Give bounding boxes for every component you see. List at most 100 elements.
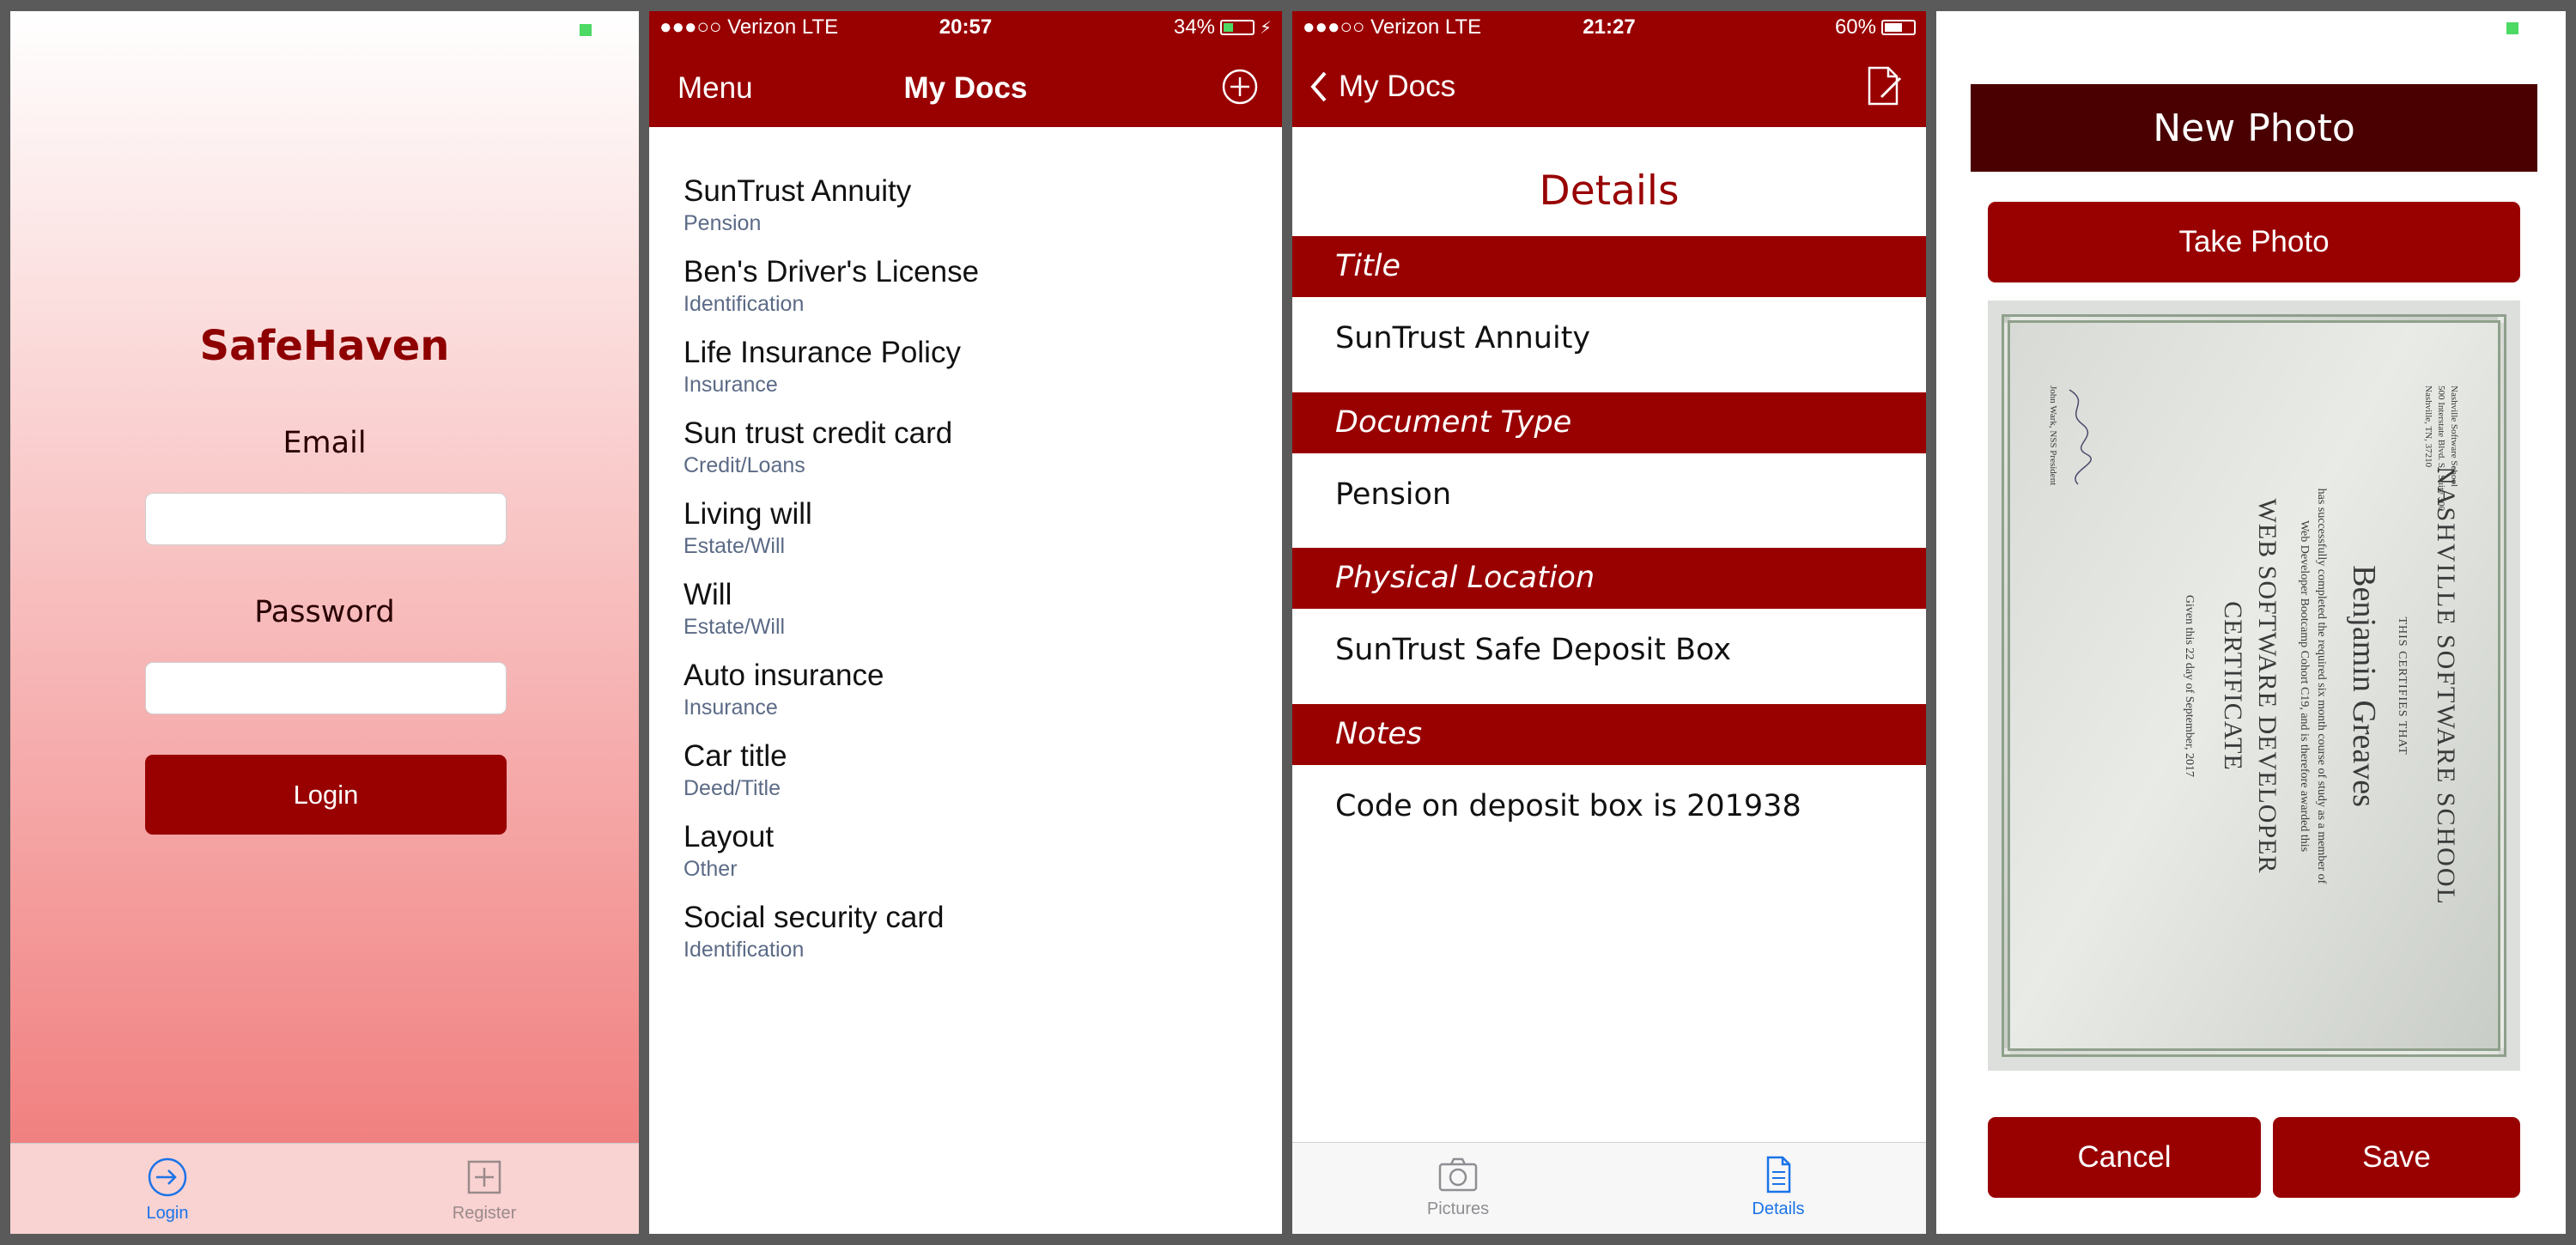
doc-type: Insurance [683, 695, 778, 720]
status-indicator [2506, 22, 2518, 34]
list-item[interactable]: Layout Other [683, 820, 774, 882]
list-item[interactable]: Car title Deed/Title [683, 739, 787, 801]
cert-certifies: THIS CERTIFIES THAT [2396, 616, 2409, 756]
section-header-document-type: Document Type [1292, 392, 1926, 453]
doc-title: Sun trust credit card [683, 416, 953, 450]
password-label: Password [254, 595, 395, 629]
doc-type: Deed/Title [683, 776, 781, 800]
tab-login[interactable]: Login [99, 1156, 236, 1224]
cert-title-2: CERTIFICATE [2219, 600, 2247, 771]
doc-title: Ben's Driver's License [683, 255, 980, 288]
section-header-physical-location: Physical Location [1292, 548, 1926, 609]
doc-type: Identification [683, 292, 805, 316]
list-item[interactable]: Social security card Identification [683, 901, 944, 963]
edit-document-icon[interactable] [1866, 64, 1904, 107]
camera-icon [1438, 1157, 1478, 1192]
status-time: 21:27 [1583, 15, 1636, 39]
doc-title: Auto insurance [683, 659, 884, 692]
tab-bar: Login Register [10, 1143, 639, 1234]
cert-body-2: Web Developer Bootcamp Cohort C19, and i… [2298, 519, 2311, 852]
doc-type: Identification [683, 938, 805, 962]
list-item[interactable]: Will Estate/Will [683, 578, 785, 640]
certificate-text: NASHVILLE SOFTWARE SCHOOL THIS CERTIFIES… [2014, 334, 2494, 1038]
list-item[interactable]: Auto insurance Insurance [683, 659, 884, 720]
cert-body-1: has successfully completed the required … [2315, 488, 2328, 884]
app-title: SafeHaven [199, 322, 450, 370]
doc-title: Social security card [683, 901, 945, 934]
document-icon [1766, 1156, 1791, 1193]
cancel-button[interactable]: Cancel [1988, 1117, 2261, 1198]
title-value: SunTrust Annuity [1335, 321, 1591, 355]
nav-bar: ●●●○○ Verizon LTE 21:27 60% My Docs [1292, 11, 1926, 127]
notes-value: Code on deposit box is 201938 [1335, 789, 1801, 823]
list-item[interactable]: Ben's Driver's License Identification [683, 255, 979, 317]
doc-type: Credit/Loans [683, 453, 805, 477]
docs-screen: ●●●○○ Verizon LTE 20:57 34% ⚡ Menu My Do… [649, 11, 1282, 1234]
charging-bolt-icon: ⚡ [1259, 18, 1272, 38]
signature-icon [2069, 388, 2092, 485]
doc-title: Living will [683, 497, 812, 531]
section-header-notes: Notes [1292, 704, 1926, 765]
status-bar: ●●●○○ Verizon LTE 21:27 60% [1292, 11, 1926, 43]
nav-bar: ●●●○○ Verizon LTE 20:57 34% ⚡ Menu My Do… [649, 11, 1282, 127]
cert-title-1: WEB SOFTWARE DEVELOPER [2253, 498, 2281, 873]
tab-register-label: Register [452, 1204, 517, 1223]
doc-type: Insurance [683, 373, 778, 397]
save-button[interactable]: Save [2273, 1117, 2520, 1198]
login-arrow-icon [148, 1157, 187, 1197]
cert-address-line: 500 Interstate Blvd. S., Suite 300 [2436, 385, 2446, 511]
cert-address-line: Nashville, TN, 37210 [2423, 385, 2433, 467]
list-item[interactable]: Living will Estate/Will [683, 497, 812, 559]
cert-given: Given this 22 day of September, 2017 [2183, 594, 2196, 777]
login-screen: SafeHaven Email Password Login Login Reg… [10, 11, 639, 1234]
password-field[interactable] [145, 662, 507, 714]
physical-location-value: SunTrust Safe Deposit Box [1335, 633, 1732, 667]
new-photo-header: New Photo [1971, 84, 2537, 172]
doc-type: Other [683, 857, 738, 881]
battery-percent: 34% [1173, 15, 1215, 39]
doc-title: Will [683, 578, 732, 611]
doc-title: Car title [683, 739, 787, 773]
tab-details[interactable]: Details [1710, 1155, 1847, 1219]
plus-square-icon [467, 1160, 501, 1194]
doc-title: SunTrust Annuity [683, 174, 912, 208]
tab-pictures-label: Pictures [1426, 1199, 1490, 1218]
page-title: My Docs [903, 71, 1028, 105]
email-label: Email [283, 426, 367, 460]
cert-signer-name: John Wark, NSS President [2048, 385, 2058, 485]
add-circle-icon[interactable] [1221, 68, 1259, 106]
certificate-photo: NASHVILLE SOFTWARE SCHOOL THIS CERTIFIES… [1988, 301, 2520, 1071]
doc-type: Pension [683, 211, 762, 235]
battery-icon [1881, 20, 1916, 35]
back-label: My Docs [1339, 70, 1456, 103]
take-photo-button[interactable]: Take Photo [1988, 202, 2520, 282]
chevron-left-icon [1310, 71, 1327, 102]
doc-title: Life Insurance Policy [683, 336, 961, 369]
email-field[interactable] [145, 493, 507, 545]
battery-status: 60% [1835, 15, 1916, 39]
cert-address: Nashville Software School 500 Interstate… [2421, 386, 2460, 511]
cert-name: Benjamin Greaves [2346, 564, 2382, 807]
section-header-title: Title [1292, 236, 1926, 297]
tab-register[interactable]: Register [416, 1156, 553, 1224]
doc-title: Layout [683, 820, 775, 853]
status-indicator [580, 24, 592, 36]
tab-pictures[interactable]: Pictures [1389, 1155, 1527, 1219]
document-type-value: Pension [1335, 477, 1452, 512]
details-screen: ●●●○○ Verizon LTE 21:27 60% My Docs Deta… [1292, 11, 1926, 1234]
doc-type: Estate/Will [683, 534, 786, 558]
status-bar: ●●●○○ Verizon LTE 20:57 34% ⚡ [649, 11, 1282, 43]
cert-address-line: Nashville Software School [2449, 385, 2459, 487]
battery-icon [1219, 20, 1255, 35]
doc-type: Estate/Will [683, 615, 786, 639]
list-item[interactable]: Life Insurance Policy Insurance [683, 336, 961, 398]
battery-status: 34% ⚡ [1174, 15, 1272, 39]
cert-signer: John Wark, NSS President [2048, 386, 2095, 489]
tab-bar: Pictures Details [1292, 1142, 1926, 1234]
list-item[interactable]: Sun trust credit card Credit/Loans [683, 416, 952, 478]
tab-details-label: Details [1752, 1199, 1805, 1218]
login-button[interactable]: Login [145, 755, 507, 835]
back-button[interactable]: My Docs [1308, 68, 1455, 106]
tab-login-label: Login [146, 1204, 189, 1223]
list-item[interactable]: SunTrust Annuity Pension [683, 174, 911, 236]
